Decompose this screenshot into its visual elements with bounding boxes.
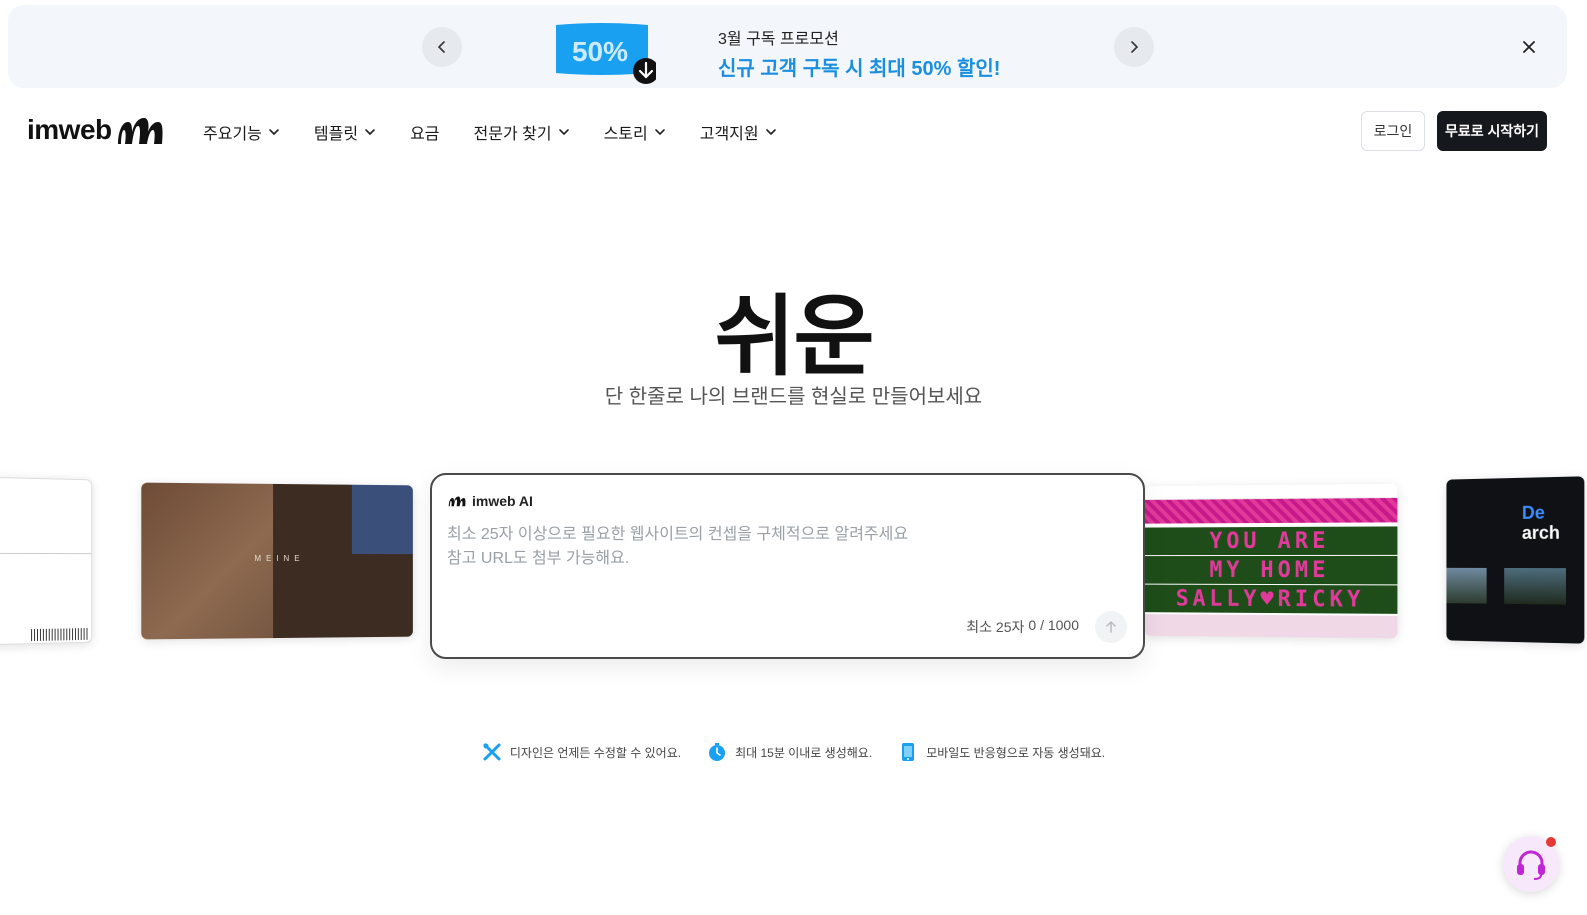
close-icon[interactable]: [1519, 37, 1539, 57]
top-navigation: imweb 주요기능 템플릿 요금 전문가 찾기 스토리 고객지원 로그인 무료…: [0, 100, 1587, 162]
chevron-right-icon: [1131, 41, 1139, 53]
promo-next-button[interactable]: [1114, 27, 1154, 67]
chevron-down-icon: [558, 129, 569, 136]
nav-item-support[interactable]: 고객지원: [700, 120, 777, 144]
nav-menu: 주요기능 템플릿 요금 전문가 찾기 스토리 고객지원: [203, 120, 811, 144]
chevron-down-icon: [654, 129, 665, 136]
promo-prev-button[interactable]: [422, 27, 462, 67]
chevron-down-icon: [365, 129, 375, 136]
promo-eyebrow: 3월 구독 프로모션: [718, 31, 839, 48]
imweb-logo[interactable]: imweb: [27, 114, 164, 146]
stopwatch-icon: [709, 743, 726, 761]
imweb-logo-mark-icon: [117, 118, 163, 144]
min-length-label: 최소 25자: [966, 619, 1025, 635]
nav-item-label: 고객지원: [699, 126, 759, 143]
card-footer-bar: [1144, 614, 1398, 639]
pattern-strip: [1144, 497, 1398, 524]
card-thumbnail: [1446, 567, 1487, 604]
chevron-down-icon: [765, 129, 776, 136]
barcode-graphic: [31, 627, 90, 642]
feature-text: 최대 15분 이내로 생성해요.: [735, 745, 873, 760]
sky-graphic: [351, 484, 413, 555]
chevron-down-icon: [269, 129, 279, 136]
send-button[interactable]: [1095, 611, 1127, 643]
nav-item-pricing[interactable]: 요금: [410, 120, 439, 144]
feature-text: 디자인은 언제든 수정할 수 있어요.: [509, 745, 682, 760]
notification-dot: [1546, 837, 1556, 847]
card-divider: [0, 552, 93, 555]
count-label: 0 / 1000: [1028, 617, 1079, 633]
discount-badge-icon: 50%: [556, 23, 656, 84]
chevron-left-icon: [437, 41, 445, 53]
hero-title: 쉬운: [714, 287, 875, 386]
card-text-row: MY HOME: [1144, 555, 1398, 585]
start-free-button[interactable]: 무료로 시작하기: [1437, 111, 1547, 151]
card-title: De arch: [1521, 502, 1560, 543]
template-preview-card[interactable]: YOU ARE MY HOME SALLY♥RICKY: [1144, 483, 1398, 639]
nav-item-label: 전문가 찾기: [473, 126, 552, 143]
arrow-up-icon: [1106, 620, 1116, 633]
mobile-icon: [902, 743, 915, 761]
promo-headline[interactable]: 신규 고객 구독 시 최대 50% 할인!: [718, 52, 1000, 81]
headset-icon: [1517, 850, 1545, 880]
ai-prompt-input[interactable]: [447, 523, 1047, 593]
card-thumbnail: [1504, 567, 1566, 605]
template-preview-card[interactable]: De arch: [1446, 476, 1585, 644]
nav-item-label: 요금: [410, 126, 440, 143]
ai-label: imweb AI: [472, 493, 533, 509]
template-preview-card[interactable]: [0, 476, 93, 646]
nav-item-label: 주요기능: [203, 126, 262, 143]
character-counter: 최소 25자 0 / 1000: [966, 617, 1079, 637]
card-text-row: SALLY♥RICKY: [1144, 584, 1398, 614]
badge-text: 50%: [572, 36, 628, 67]
nav-item-features[interactable]: 주요기능: [203, 120, 280, 144]
ai-header: imweb AI: [448, 493, 533, 509]
template-preview-card[interactable]: MEINE: [141, 482, 413, 640]
imweb-logo-mark-icon: [448, 496, 466, 507]
feature-item: 모바일도 반응형으로 자동 생성돼요.: [898, 742, 1105, 762]
nav-item-experts[interactable]: 전문가 찾기: [474, 120, 570, 144]
feature-item: 디자인은 언제든 수정할 수 있어요.: [482, 742, 681, 762]
nav-item-label: 템플릿: [313, 126, 359, 143]
feature-list: 디자인은 언제든 수정할 수 있어요. 최대 15분 이내로 생성해요. 모바일…: [0, 742, 1587, 762]
card-title-text: arch: [1521, 522, 1560, 543]
ai-prompt-box: imweb AI 최소 25자 0 / 1000: [430, 473, 1145, 659]
promo-banner: 50% 3월 구독 프로모션 신규 고객 구독 시 최대 50% 할인!: [8, 5, 1567, 88]
logo-text: imweb: [27, 114, 112, 145]
hero-subtitle: 단 한줄로 나의 브랜드를 현실로 만들어보세요: [604, 386, 983, 408]
nav-item-story[interactable]: 스토리: [604, 120, 666, 144]
feature-text: 모바일도 반응형으로 자동 생성돼요.: [926, 745, 1106, 760]
card-brand-label: MEINE: [254, 553, 305, 564]
nav-item-templates[interactable]: 템플릿: [314, 120, 376, 144]
nav-item-label: 스토리: [603, 126, 648, 143]
card-text-row: YOU ARE: [1144, 526, 1398, 556]
tools-icon: [483, 743, 501, 761]
card-title-accent: De: [1521, 502, 1545, 523]
login-button[interactable]: 로그인: [1361, 111, 1425, 151]
feature-item: 최대 15분 이내로 생성해요.: [707, 742, 872, 762]
